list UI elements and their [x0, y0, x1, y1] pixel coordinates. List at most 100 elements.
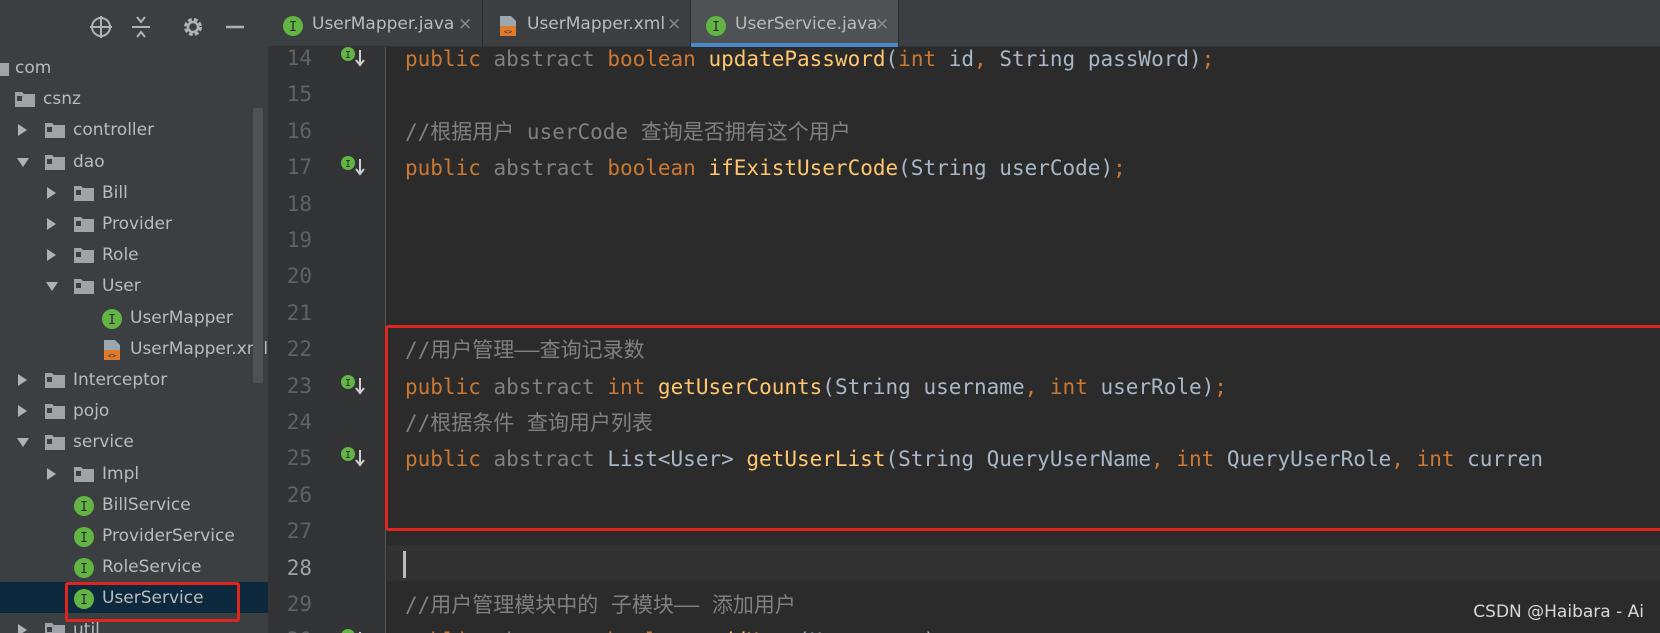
code-token: id	[936, 47, 975, 71]
code-token: abstract	[493, 47, 595, 71]
code-token: int	[898, 47, 937, 71]
tree-item-service[interactable]: service	[0, 426, 268, 457]
package-folder-icon	[73, 245, 95, 265]
tree-item-label: csnz	[43, 89, 81, 110]
code-line[interactable]: public abstract List<User> getUserList(S…	[405, 446, 1543, 472]
tree-item-label: com	[15, 58, 52, 78]
tree-item-providerservice[interactable]: I ProviderService	[0, 520, 268, 551]
package-folder-icon	[73, 214, 95, 234]
chevron-right-icon[interactable]	[45, 186, 57, 200]
code-token: (	[885, 47, 899, 71]
line-number: 22	[286, 337, 312, 362]
tree-item-userservice[interactable]: I UserService	[0, 582, 268, 614]
tree-item-label: controller	[73, 120, 155, 141]
collapse-all-icon[interactable]	[128, 14, 154, 40]
close-icon[interactable]: ×	[458, 14, 472, 34]
code-token: //用户管理——查询记录数	[405, 338, 645, 363]
chevron-down-icon[interactable]	[45, 279, 58, 293]
code-token: abstract	[493, 374, 595, 399]
chevron-right-icon[interactable]	[16, 623, 28, 633]
code-token: addUser	[709, 629, 798, 633]
code-line[interactable]: public abstract boolean updatePassword(i…	[405, 47, 1214, 72]
chevron-right-icon[interactable]	[16, 123, 28, 137]
code-line[interactable]: //根据条件 查询用户列表	[405, 410, 653, 436]
tree-item-label: Interceptor	[73, 370, 168, 390]
tree-item-label: Role	[102, 245, 139, 266]
tree-item-label: Impl	[102, 463, 140, 484]
chevron-right-icon[interactable]	[45, 217, 57, 231]
chevron-right-icon[interactable]	[16, 373, 28, 387]
tab-userservice-java[interactable]: I UserService.java ×	[691, 0, 899, 47]
tree-item-user[interactable]: User	[0, 270, 268, 301]
code-line[interactable]: //用户管理——查询记录数	[405, 337, 645, 363]
java-interface-icon: I	[73, 495, 95, 516]
tree-item-csnz[interactable]: csnz	[0, 83, 268, 114]
tree-item-dao[interactable]: dao	[0, 146, 268, 177]
code-token: public	[405, 629, 481, 633]
tree-item-billservice[interactable]: I BillService	[0, 489, 268, 520]
line-number: 24	[286, 410, 312, 434]
code-line[interactable]: public abstract boolean ifExistUserCode(…	[405, 155, 1126, 181]
tree-item-pojo[interactable]: pojo	[0, 395, 268, 426]
tree-item-bill[interactable]: Bill	[0, 177, 268, 208]
chevron-right-icon[interactable]	[45, 467, 57, 481]
code-line[interactable]: //用户管理模块中的 子模块—— 添加用户	[405, 592, 796, 618]
implemented-icon[interactable]: I	[340, 155, 366, 177]
tree-scrollbar[interactable]	[253, 108, 263, 383]
xml-file-icon: <>	[101, 339, 123, 360]
package-folder-icon	[14, 89, 36, 109]
chevron-down-icon[interactable]	[16, 435, 29, 449]
tree-item-roleservice[interactable]: I RoleService	[0, 551, 268, 582]
code-line[interactable]: //根据用户 userCode 查询是否拥有这个用户	[405, 119, 851, 145]
tree-item-controller[interactable]: controller	[0, 114, 268, 145]
java-interface-icon: I	[705, 15, 727, 36]
implemented-icon[interactable]: I	[340, 628, 366, 633]
minimize-icon[interactable]	[222, 14, 248, 40]
code-token: ;	[936, 629, 949, 633]
implemented-icon[interactable]: I	[340, 446, 366, 468]
implemented-icon[interactable]: I	[340, 47, 366, 68]
package-folder-icon	[44, 401, 66, 421]
tree-item-usermapper-xml[interactable]: <> UserMapper.xml	[0, 333, 268, 364]
tab-label: UserService.java	[735, 14, 878, 34]
tree-item-provider[interactable]: Provider	[0, 208, 268, 239]
code-token: QueryUserRole	[1214, 447, 1392, 472]
code-token: String passWord)	[986, 47, 1202, 71]
tree-item-usermapper[interactable]: I UserMapper	[0, 302, 268, 333]
chevron-right-icon[interactable]	[45, 248, 57, 262]
close-icon[interactable]: ×	[875, 14, 889, 34]
tree-item-com[interactable]: com	[0, 52, 268, 83]
tree-item-util[interactable]: util	[0, 614, 268, 633]
code-token: getUserCounts	[657, 374, 823, 399]
chevron-right-icon[interactable]	[16, 404, 28, 418]
code-token: int	[1416, 447, 1455, 472]
tree-item-label: UserService	[102, 588, 204, 609]
tab-usermapper-xml[interactable]: <> UserMapper.xml ×	[483, 0, 691, 47]
watermark: CSDN @Haibara - Ai	[1473, 602, 1644, 622]
tree-item-role[interactable]: Role	[0, 239, 268, 270]
svg-text:I: I	[80, 531, 88, 546]
gear-icon[interactable]	[180, 14, 206, 40]
code-token: ,	[1150, 447, 1164, 472]
tree-item-interceptor[interactable]: Interceptor	[0, 364, 268, 395]
tree-item-label: Bill	[102, 182, 128, 203]
crosshair-icon[interactable]	[88, 14, 114, 40]
tree-item-impl[interactable]: Impl	[0, 458, 268, 489]
code-line[interactable]: public abstract boolean addUser(User use…	[405, 628, 949, 633]
chevron-down-icon[interactable]	[16, 155, 29, 169]
code-editor[interactable]: 14I151617I181920212223I2425I2627282930I …	[268, 47, 1660, 633]
code-line[interactable]: public abstract int getUserCounts(String…	[405, 374, 1227, 400]
tree-item-label: UserMapper.xml	[130, 338, 268, 359]
close-icon[interactable]: ×	[667, 14, 681, 34]
tab-usermapper-java[interactable]: I UserMapper.java ×	[268, 0, 483, 47]
implemented-icon[interactable]: I	[340, 374, 366, 396]
code-token: ifExistUserCode	[708, 156, 899, 181]
tree-item-label: dao	[73, 151, 105, 172]
code-token: ;	[1214, 374, 1227, 399]
package-folder-icon	[44, 370, 66, 390]
